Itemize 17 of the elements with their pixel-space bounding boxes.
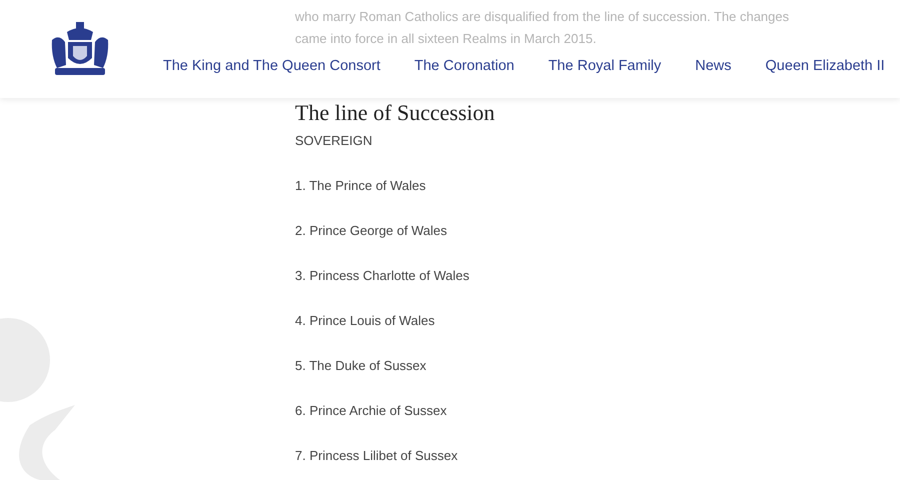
nav-link[interactable]: News bbox=[695, 56, 732, 78]
faded-paragraph-line: came into force in all sixteen Realms in March 2015. bbox=[295, 30, 598, 48]
succession-entry: 3. Princess Charlotte of Wales bbox=[295, 267, 470, 285]
nav-link[interactable]: The King and The Queen Consort bbox=[163, 56, 380, 78]
nav-link[interactable]: The Coronation bbox=[414, 56, 514, 78]
royal-coat-of-arms-icon bbox=[49, 20, 111, 78]
succession-entry: 5. The Duke of Sussex bbox=[295, 357, 428, 375]
sovereign-label: SOVEREIGN bbox=[295, 132, 374, 150]
nav-link[interactable]: The Royal Family bbox=[548, 56, 662, 78]
succession-entry: 1. The Prince of Wales bbox=[295, 177, 427, 195]
section-heading: The line of Succession bbox=[295, 100, 496, 126]
succession-entry: 4. Prince Louis of Wales bbox=[295, 312, 436, 330]
nav-link[interactable]: Queen Elizabeth II bbox=[765, 56, 885, 78]
succession-entry: 7. Princess Lilibet of Sussex bbox=[295, 447, 459, 465]
succession-entry: 2. Prince George of Wales bbox=[295, 222, 448, 240]
faded-paragraph-line: who marry Roman Catholics are disqualified from the line of succession. The changes bbox=[295, 8, 790, 26]
succession-entry: 6. Prince Archie of Sussex bbox=[295, 402, 448, 420]
